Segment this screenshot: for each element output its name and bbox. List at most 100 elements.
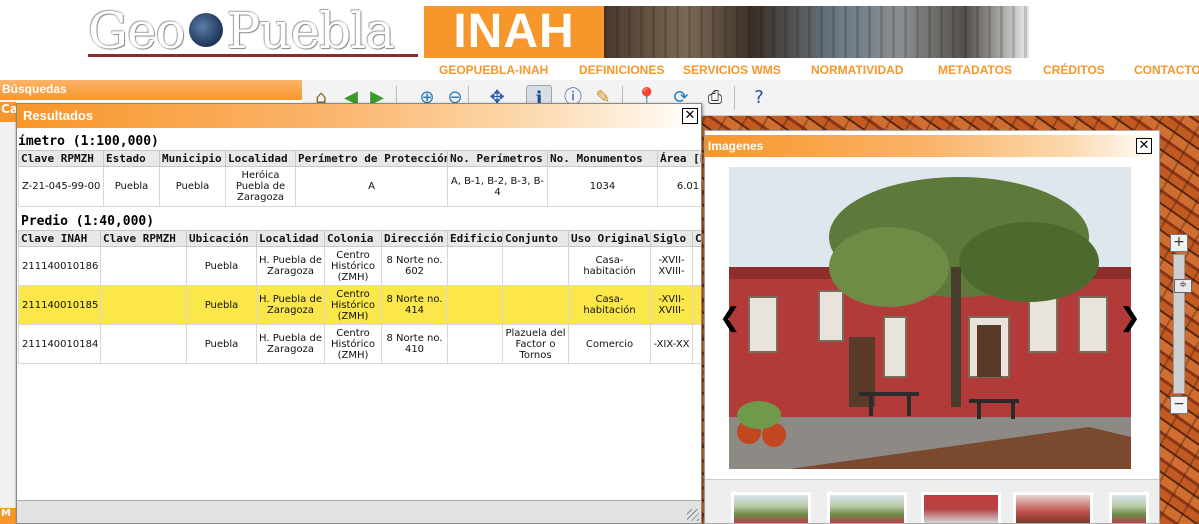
column-header[interactable]: Ubicación xyxy=(186,230,257,247)
thumbnail-strip xyxy=(705,479,1159,523)
imagenes-panel: Imagenes ✕ ❮ ❯ xyxy=(704,130,1160,524)
table-cell: 8 Norte no. 414 xyxy=(381,285,448,325)
table-cell: Heróica Puebla de Zaragoza xyxy=(225,166,296,207)
logo-geo-text: Geo xyxy=(88,2,186,60)
thumbnail-image[interactable] xyxy=(921,492,1001,523)
table-cell: 8 Norte no. 410 xyxy=(381,324,448,364)
capas-tab[interactable]: Ca xyxy=(0,102,18,122)
table-cell: H. Puebla de Zaragoza xyxy=(256,246,325,286)
table-cell: A xyxy=(295,166,448,207)
nav-contacto[interactable]: CONTACTO xyxy=(1134,63,1199,77)
toolbar-separator xyxy=(734,86,735,110)
building-photo[interactable] xyxy=(729,167,1131,469)
zoom-slider-knob[interactable]: ≑ xyxy=(1174,279,1192,293)
thumbnail-image[interactable] xyxy=(1013,492,1093,523)
nav-metadatos[interactable]: METADATOS xyxy=(938,63,1012,77)
table-cell xyxy=(100,285,187,325)
resultados-title: Resultados xyxy=(17,104,701,128)
resultados-close-button[interactable]: ✕ xyxy=(682,108,698,124)
mapa-tab[interactable]: M xyxy=(0,508,16,524)
resultados-footer xyxy=(17,500,701,523)
table-cell xyxy=(100,324,187,364)
column-header[interactable]: Perímetro de Protección xyxy=(295,150,448,167)
table-cell: Puebla xyxy=(103,166,160,207)
help-icon[interactable]: ? xyxy=(746,85,772,111)
predio-table: Clave INAH Clave RPMZH Ubicación Localidad C… xyxy=(18,230,701,364)
nav-geopuebla-inah[interactable]: GEOPUEBLA-INAH xyxy=(439,63,548,77)
zoom-slider-track[interactable]: ≑ xyxy=(1173,254,1192,394)
table-row[interactable]: 211140010185 Puebla H. Puebla de Zaragoza C… xyxy=(18,285,701,325)
table-cell: Centro Histórico (ZMH) xyxy=(324,285,382,325)
column-header[interactable]: Localidad xyxy=(225,150,296,167)
logo-puebla-text: Puebla xyxy=(226,2,395,60)
table-cell xyxy=(447,285,503,325)
table-cell: 211140010184 xyxy=(18,324,101,364)
busquedas-tab[interactable]: Búsquedas xyxy=(0,80,302,100)
zoom-out-button[interactable]: − xyxy=(1170,396,1188,414)
thumbnail-image[interactable] xyxy=(1109,492,1149,523)
table-cell: A, B-1, B-2, B-3, B-4 xyxy=(447,166,548,207)
table-cell: Z-21-045-99-00 xyxy=(18,166,104,207)
column-header[interactable]: C xyxy=(692,230,701,247)
thumbnail-image[interactable] xyxy=(731,492,811,523)
table-cell: 1034 xyxy=(547,166,658,207)
table-cell: Puebla xyxy=(186,324,257,364)
table-cell: 211140010186 xyxy=(18,246,101,286)
table-cell: Plazuela del Factor o Tornos xyxy=(502,324,569,364)
column-header[interactable]: Clave RPMZH xyxy=(100,230,187,247)
nav-servicios-wms[interactable]: SERVICIOS WMS xyxy=(683,63,781,77)
table-cell: Centro Histórico (ZMH) xyxy=(324,246,382,286)
table-row[interactable]: 211140010186 Puebla H. Puebla de Zaragoza C… xyxy=(18,246,701,286)
prev-image-arrow[interactable]: ❮ xyxy=(719,305,741,331)
table-cell xyxy=(502,246,569,286)
nav-creditos[interactable]: CRÉDITOS xyxy=(1043,63,1105,77)
table-cell: 6.01 xyxy=(657,166,701,207)
zoom-in-button[interactable]: + xyxy=(1170,234,1188,252)
table-cell: -XIX-XX xyxy=(650,324,693,364)
table-cell: -XVII-XVIII- xyxy=(650,285,693,325)
table-cell: Puebla xyxy=(186,285,257,325)
table-cell: Comercio xyxy=(568,324,651,364)
resultados-body[interactable]: ímetro (1:100,000) Clave RPMZH Estado Muni… xyxy=(17,128,701,500)
top-nav: GEOPUEBLA-INAH DEFINICIONES SERVICIOS WM… xyxy=(0,63,1199,79)
imagenes-title: Imagenes xyxy=(705,135,1159,157)
column-header[interactable]: Siglo xyxy=(650,230,693,247)
nav-normatividad[interactable]: NORMATIVIDAD xyxy=(811,63,903,77)
column-header[interactable]: Conjunto xyxy=(502,230,569,247)
column-header[interactable]: Colonia xyxy=(324,230,382,247)
inah-logo: INAH xyxy=(424,6,604,58)
column-header[interactable]: Municipio xyxy=(159,150,226,167)
table-cell xyxy=(502,285,569,325)
column-header[interactable]: Dirección xyxy=(381,230,448,247)
table-cell xyxy=(447,324,503,364)
imagenes-close-button[interactable]: ✕ xyxy=(1136,138,1152,154)
column-header[interactable]: Localidad xyxy=(256,230,325,247)
column-header[interactable]: No. Perímetros xyxy=(447,150,548,167)
column-header[interactable]: Clave INAH xyxy=(18,230,101,247)
column-header[interactable]: No. Monumentos xyxy=(547,150,658,167)
column-header[interactable]: Estado xyxy=(103,150,160,167)
table-cell: -XVII-XVIII- xyxy=(650,246,693,286)
print-icon[interactable]: ⎙ xyxy=(702,85,728,111)
building-photo-graphic xyxy=(729,167,1131,469)
logo-underline xyxy=(88,54,418,57)
table-cell: Puebla xyxy=(159,166,226,207)
resize-grip-icon[interactable] xyxy=(687,509,699,521)
table-row[interactable]: Z-21-045-99-00 Puebla Puebla Heróica Puebla… xyxy=(18,166,701,207)
table-cell xyxy=(692,285,701,325)
nav-definiciones[interactable]: DEFINICIONES xyxy=(579,63,664,77)
column-header[interactable]: Área [k xyxy=(657,150,701,167)
column-header[interactable]: Clave RPMZH xyxy=(18,150,104,167)
table-cell: Centro Histórico (ZMH) xyxy=(324,324,382,364)
column-header[interactable]: Edificio xyxy=(447,230,503,247)
table-row[interactable]: 211140010184 Puebla H. Puebla de Zaragoza C… xyxy=(18,324,701,364)
geopuebla-logo[interactable]: Geo Puebla xyxy=(88,2,395,60)
resultados-panel: Resultados ✕ ímetro (1:100,000) Clave RP… xyxy=(16,103,702,524)
table-cell: 211140010185 xyxy=(18,285,101,325)
predio-section-title: Predio (1:40,000) xyxy=(21,214,155,229)
left-panel-strip: Ca M xyxy=(0,100,18,524)
next-image-arrow[interactable]: ❯ xyxy=(1119,305,1141,331)
column-header[interactable]: Uso Original xyxy=(568,230,651,247)
table-cell xyxy=(100,246,187,286)
thumbnail-image[interactable] xyxy=(827,492,907,523)
